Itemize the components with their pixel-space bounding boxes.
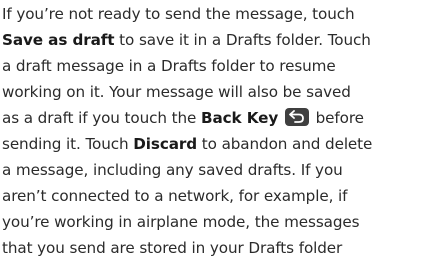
line-7-text: a message, including any saved drafts. I… xyxy=(2,161,343,179)
line-4-text: working on it. Your message will also be… xyxy=(2,83,351,101)
text-line-7: a message, including any saved drafts. I… xyxy=(2,157,442,183)
text-line-1: If you’re not ready to send the message,… xyxy=(2,1,442,27)
text-line-4: working on it. Your message will also be… xyxy=(2,79,442,105)
text-line-6: sending it. Touch Discard to abandon and… xyxy=(2,131,442,157)
document-page: If you’re not ready to send the message,… xyxy=(0,0,442,272)
line-6-rest: to abandon and delete xyxy=(197,135,373,153)
before-word: before xyxy=(315,109,364,127)
text-line-3: a draft message in a Drafts folder to re… xyxy=(2,53,442,79)
discard-term: Discard xyxy=(133,135,198,153)
line-9-text: you’re working in airplane mode, the mes… xyxy=(2,213,360,231)
line-1-text: If you’re not ready to send the message,… xyxy=(2,5,355,23)
text-line-2: Save as draft to save it in a Drafts fol… xyxy=(2,27,442,53)
back-key-term: Back Key xyxy=(201,109,279,127)
line-8-text: aren’t connected to a network, for examp… xyxy=(2,187,348,205)
back-arrow-icon xyxy=(284,108,309,126)
text-line-10: that you send are stored in your Drafts … xyxy=(2,235,442,261)
save-as-draft-term: Save as draft xyxy=(2,31,115,49)
line-3-text: a draft message in a Drafts folder to re… xyxy=(2,57,336,75)
text-line-8: aren’t connected to a network, for examp… xyxy=(2,183,442,209)
line-2-text: to save it in a Drafts folder. Touch xyxy=(114,31,371,49)
line-10-text: that you send are stored in your Drafts … xyxy=(2,239,343,257)
line-5-text: as a draft if you touch the xyxy=(2,109,201,127)
line-6-text: sending it. Touch xyxy=(2,135,134,153)
text-line-9: you’re working in airplane mode, the mes… xyxy=(2,209,442,235)
text-line-5: as a draft if you touch the Back Key bef… xyxy=(2,105,442,131)
